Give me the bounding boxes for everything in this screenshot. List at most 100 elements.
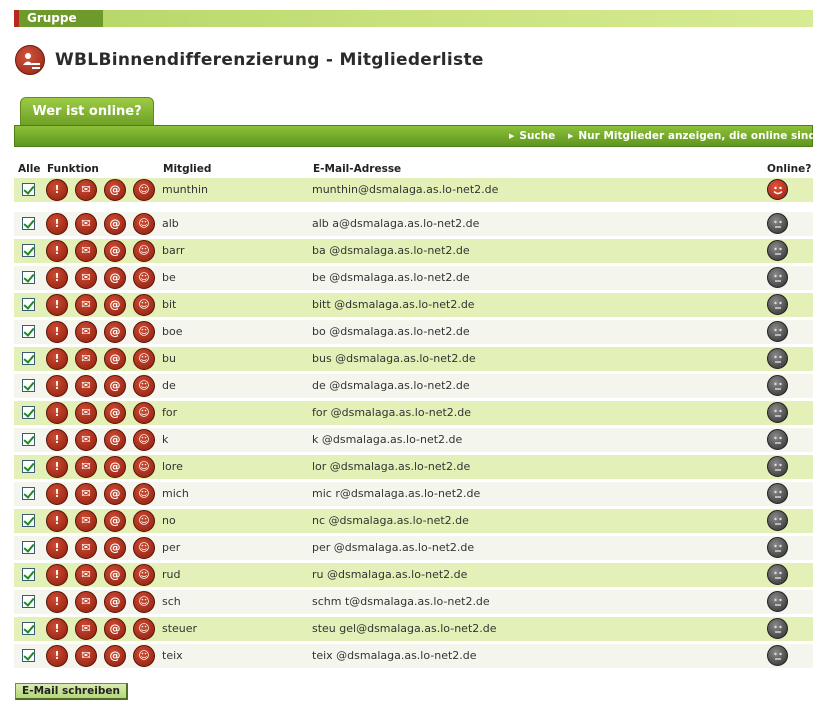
profile-button[interactable]: !	[46, 510, 68, 532]
message-button[interactable]: ☺	[133, 456, 155, 478]
profile-button[interactable]: !	[46, 564, 68, 586]
send-mail-button[interactable]: ✉	[75, 591, 97, 613]
member-email[interactable]: bo @dsmalaga.as.lo-net2.de	[312, 325, 470, 338]
profile-button[interactable]: !	[46, 618, 68, 640]
message-button[interactable]: ☺	[133, 645, 155, 667]
profile-button[interactable]: !	[46, 429, 68, 451]
profile-button[interactable]: !	[46, 402, 68, 424]
email-link-button[interactable]: @	[104, 645, 126, 667]
member-name[interactable]: for	[162, 406, 177, 419]
email-link-button[interactable]: @	[104, 591, 126, 613]
member-name[interactable]: no	[162, 514, 176, 527]
member-name[interactable]: mich	[162, 487, 189, 500]
member-checkbox[interactable]	[22, 379, 35, 392]
message-button[interactable]: ☺	[133, 240, 155, 262]
email-link-button[interactable]: @	[104, 348, 126, 370]
member-checkbox[interactable]	[22, 514, 35, 527]
send-mail-button[interactable]: ✉	[75, 267, 97, 289]
profile-button[interactable]: !	[46, 294, 68, 316]
member-checkbox[interactable]	[22, 406, 35, 419]
member-email[interactable]: schm t@dsmalaga.as.lo-net2.de	[312, 595, 490, 608]
email-link-button[interactable]: @	[104, 537, 126, 559]
member-checkbox[interactable]	[22, 244, 35, 257]
send-mail-button[interactable]: ✉	[75, 213, 97, 235]
email-link-button[interactable]: @	[104, 456, 126, 478]
email-link-button[interactable]: @	[104, 483, 126, 505]
member-checkbox[interactable]	[22, 460, 35, 473]
message-button[interactable]: ☺	[133, 213, 155, 235]
search-link[interactable]: ▶ Suche	[509, 130, 555, 142]
message-button[interactable]: ☺	[133, 591, 155, 613]
message-button[interactable]: ☺	[133, 321, 155, 343]
member-email[interactable]: bitt @dsmalaga.as.lo-net2.de	[312, 298, 475, 311]
member-email[interactable]: for @dsmalaga.as.lo-net2.de	[312, 406, 471, 419]
online-only-link[interactable]: ▶ Nur Mitglieder anzeigen, die online sin…	[568, 130, 816, 142]
email-link-button[interactable]: @	[104, 213, 126, 235]
member-name[interactable]: teix	[162, 649, 183, 662]
profile-button[interactable]: !	[46, 348, 68, 370]
message-button[interactable]: ☺	[133, 483, 155, 505]
email-link-button[interactable]: @	[104, 179, 126, 201]
member-name[interactable]: barr	[162, 244, 185, 257]
member-checkbox[interactable]	[22, 487, 35, 500]
member-name[interactable]: bit	[162, 298, 176, 311]
email-link-button[interactable]: @	[104, 321, 126, 343]
send-mail-button[interactable]: ✉	[75, 294, 97, 316]
message-button[interactable]: ☺	[133, 294, 155, 316]
member-email[interactable]: mic r@dsmalaga.as.lo-net2.de	[312, 487, 480, 500]
profile-button[interactable]: !	[46, 179, 68, 201]
member-name[interactable]: boe	[162, 325, 182, 338]
member-checkbox[interactable]	[22, 271, 35, 284]
member-checkbox[interactable]	[22, 541, 35, 554]
send-mail-button[interactable]: ✉	[75, 429, 97, 451]
send-mail-button[interactable]: ✉	[75, 321, 97, 343]
send-mail-button[interactable]: ✉	[75, 537, 97, 559]
message-button[interactable]: ☺	[133, 537, 155, 559]
member-email[interactable]: per @dsmalaga.as.lo-net2.de	[312, 541, 474, 554]
message-button[interactable]: ☺	[133, 618, 155, 640]
member-email[interactable]: steu gel@dsmalaga.as.lo-net2.de	[312, 622, 497, 635]
message-button[interactable]: ☺	[133, 402, 155, 424]
member-name[interactable]: alb	[162, 217, 179, 230]
member-checkbox[interactable]	[22, 352, 35, 365]
send-mail-button[interactable]: ✉	[75, 510, 97, 532]
send-mail-button[interactable]: ✉	[75, 179, 97, 201]
member-name[interactable]: per	[162, 541, 180, 554]
member-name[interactable]: rud	[162, 568, 180, 581]
member-email[interactable]: alb a@dsmalaga.as.lo-net2.de	[312, 217, 479, 230]
member-email[interactable]: nc @dsmalaga.as.lo-net2.de	[312, 514, 469, 527]
member-checkbox[interactable]	[22, 595, 35, 608]
profile-button[interactable]: !	[46, 240, 68, 262]
member-email[interactable]: munthin@dsmalaga.as.lo-net2.de	[312, 183, 498, 196]
tab-wer-ist-online[interactable]: Wer ist online?	[20, 97, 154, 125]
message-button[interactable]: ☺	[133, 510, 155, 532]
member-name[interactable]: munthin	[162, 183, 208, 196]
member-email[interactable]: k @dsmalaga.as.lo-net2.de	[312, 433, 462, 446]
send-mail-button[interactable]: ✉	[75, 375, 97, 397]
profile-button[interactable]: !	[46, 645, 68, 667]
member-name[interactable]: be	[162, 271, 176, 284]
email-link-button[interactable]: @	[104, 618, 126, 640]
send-mail-button[interactable]: ✉	[75, 618, 97, 640]
message-button[interactable]: ☺	[133, 564, 155, 586]
email-link-button[interactable]: @	[104, 564, 126, 586]
send-mail-button[interactable]: ✉	[75, 564, 97, 586]
email-link-button[interactable]: @	[104, 267, 126, 289]
email-link-button[interactable]: @	[104, 510, 126, 532]
message-button[interactable]: ☺	[133, 179, 155, 201]
member-name[interactable]: de	[162, 379, 176, 392]
send-mail-button[interactable]: ✉	[75, 348, 97, 370]
profile-button[interactable]: !	[46, 213, 68, 235]
message-button[interactable]: ☺	[133, 267, 155, 289]
send-mail-button[interactable]: ✉	[75, 240, 97, 262]
member-checkbox[interactable]	[22, 298, 35, 311]
send-mail-button[interactable]: ✉	[75, 483, 97, 505]
profile-button[interactable]: !	[46, 483, 68, 505]
send-mail-button[interactable]: ✉	[75, 645, 97, 667]
member-email[interactable]: lor @dsmalaga.as.lo-net2.de	[312, 460, 470, 473]
message-button[interactable]: ☺	[133, 375, 155, 397]
member-name[interactable]: bu	[162, 352, 176, 365]
message-button[interactable]: ☺	[133, 348, 155, 370]
column-header-all[interactable]: Alle	[18, 163, 40, 175]
member-checkbox[interactable]	[22, 568, 35, 581]
